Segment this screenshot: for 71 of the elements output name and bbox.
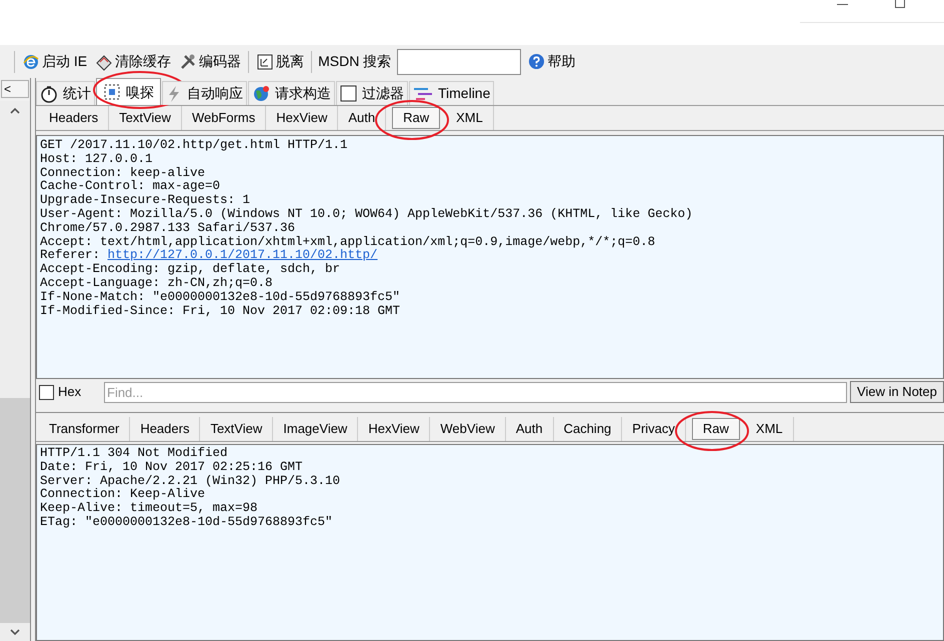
text-line: Connection: keep-alive [40, 166, 206, 180]
text-line: ETag: "e0000000132e8-10d-55d9768893fc5" [40, 516, 334, 530]
tab[interactable]: 统计 [36, 81, 95, 105]
eraser-icon [95, 52, 114, 70]
checkbox-icon [340, 85, 357, 102]
text-line: Date: Fri, 10 Nov 2017 02:25:16 GMT [40, 460, 304, 475]
lightning-icon [166, 84, 182, 102]
text-line: Cache-Control: max-age=0 [40, 180, 222, 194]
tab[interactable]: TextView [109, 106, 182, 130]
collapse-button[interactable]: < [1, 80, 29, 98]
tab[interactable]: HexView [266, 106, 338, 130]
text-line: Upgrade-Insecure-Requests: 1 [40, 194, 252, 208]
view-in-notepad-button[interactable]: View in Notep [850, 381, 944, 403]
text-line: Server: Apache/2.2.21 (Win32) PHP/5.3.10 [40, 474, 342, 488]
tab[interactable]: Raw [392, 107, 440, 129]
tab[interactable]: ImageView [273, 417, 358, 441]
tab[interactable]: 自动响应 [162, 81, 247, 105]
stopwatch-icon [40, 84, 58, 102]
response-text-area[interactable]: HTTP/1.1 304 Not Modified Date: Fri, 10 Nov 2017 02:25:16 GMT Server: Apache/2.2.21 (Win32) PHP/5.3.10 Connection: Keep-Alive Keep-Alive: timeout=5, max=98 ETag: "e0000000132e8-10d-55d9768893fc5" [36, 444, 944, 641]
text-line: GET /2017.11.10/02.http/get.html HTTP/1.1 [40, 139, 349, 153]
tab[interactable]: Transformer [39, 417, 130, 441]
text-line: HTTP/1.1 304 Not Modified [40, 447, 229, 461]
tab[interactable]: 请求构造 [248, 81, 335, 105]
tab[interactable]: 过滤器 [336, 81, 408, 105]
text-line: If-None-Match: "e0000000132e8-10d-55d9768893fc5" [40, 290, 402, 305]
maximize-icon[interactable] [895, 0, 905, 8]
toolbar-label: MSDN 搜索 [318, 52, 392, 71]
tab[interactable]: Caching [554, 417, 622, 441]
request-text-area[interactable] [36, 135, 944, 379]
toolbar-button[interactable]: 脱离 [255, 51, 306, 72]
text-line: Chrome/57.0.2987.133 Safari/537.36 [40, 222, 296, 236]
tab[interactable]: 嗅探 [96, 78, 161, 105]
tab[interactable]: Auth [506, 417, 554, 441]
help-icon [528, 53, 546, 70]
tab[interactable]: Timeline [409, 81, 494, 105]
window-icon [256, 52, 274, 70]
timeline-icon [413, 86, 433, 102]
globe-e-icon [22, 52, 40, 70]
find-field[interactable]: Find... [104, 382, 848, 402]
text-line: User-Agent: Mozilla/5.0 (Windows NT 10.0; WOW64) AppleWebKit/537.36 (KHTML, like Gecko) [40, 208, 694, 222]
text-line: Referer: http://127.0.0.1/2017.11.10/02.http/ [40, 249, 379, 263]
toolbar-button[interactable]: 编码器 [178, 51, 242, 72]
tab[interactable]: Headers [39, 106, 110, 130]
toolbar-button[interactable]: 启动 IE [21, 51, 88, 72]
text-line: Host: 127.0.0.1 [40, 152, 154, 167]
link[interactable]: http://127.0.0.1/2017.11.10/02.http/ [108, 248, 378, 262]
text-line: If-Modified-Since: Fri, 10 Nov 2017 02:09:18 GMT [40, 304, 402, 318]
toolbar-button[interactable]: 帮助 [527, 51, 576, 72]
tab[interactable]: TextView [200, 417, 274, 441]
hex-checkbox[interactable] [39, 384, 54, 400]
tab[interactable]: Privacy [622, 417, 686, 441]
text-line: Accept: text/html,application/xhtml+xml,application/xml;q=0.9,image/webp,*/*;q=0.8 [40, 236, 656, 249]
tab[interactable]: WebView [430, 417, 506, 441]
tab[interactable]: Auth [338, 106, 386, 130]
toolbar-button[interactable]: 清除缓存 [94, 51, 172, 72]
text-line: Accept-Language: zh-CN,zh;q=0.8 [40, 276, 274, 291]
tab[interactable]: XML [446, 106, 494, 130]
text-line: Connection: Keep-Alive [40, 488, 206, 502]
text-line: Keep-Alive: timeout=5, max=98 [40, 502, 259, 516]
dotted-grid-icon [103, 83, 121, 101]
tools-icon [179, 52, 198, 70]
tab[interactable]: Raw [692, 418, 740, 440]
hex-label: Hex [58, 383, 82, 402]
search-field[interactable] [397, 48, 522, 74]
tab[interactable]: Headers [130, 417, 200, 441]
tab[interactable]: WebForms [182, 106, 266, 130]
text-line: Accept-Encoding: gzip, deflate, sdch, br [40, 263, 342, 277]
globe-icon [252, 84, 270, 102]
tab[interactable]: XML [746, 417, 794, 441]
tab[interactable]: HexView [358, 417, 430, 441]
scroll-thumb[interactable] [0, 398, 30, 623]
